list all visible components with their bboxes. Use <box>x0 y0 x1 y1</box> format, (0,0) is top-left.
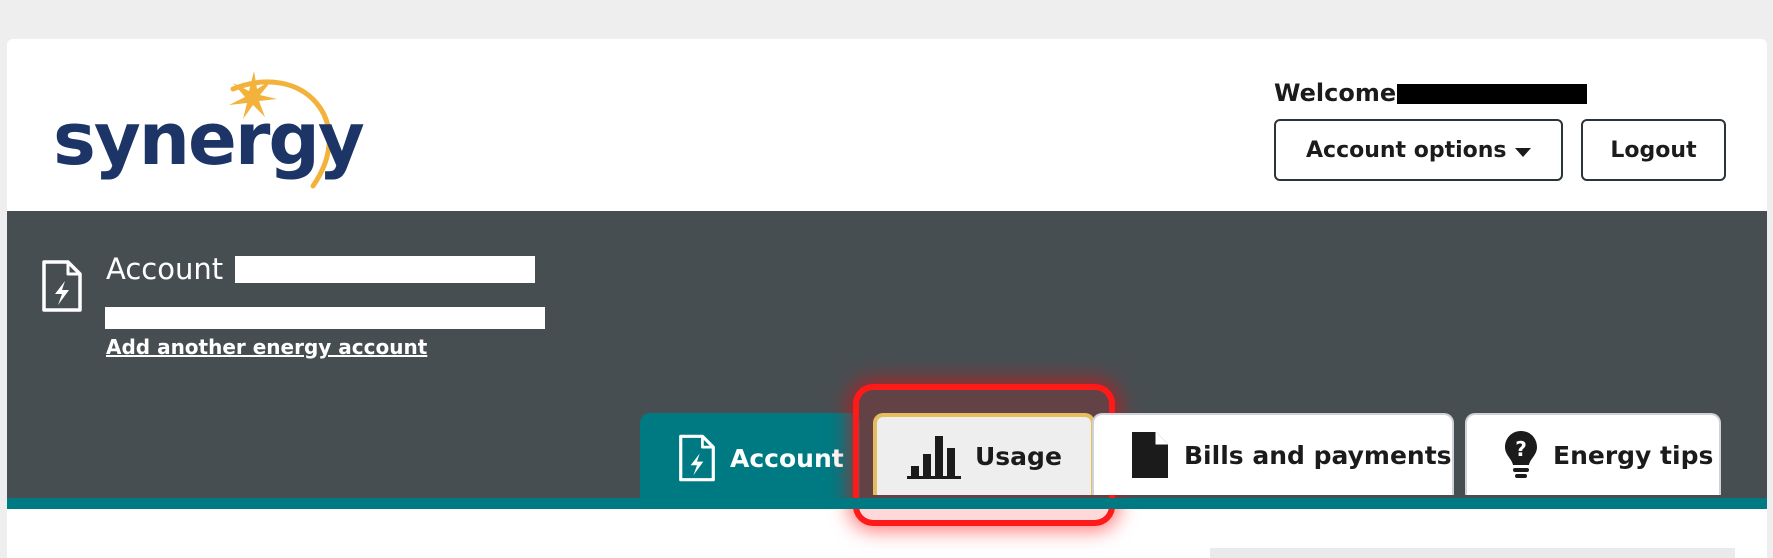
redacted-user-name <box>1397 84 1587 104</box>
tab-usage[interactable]: Usage <box>873 413 1095 495</box>
tab-bills-and-payments[interactable]: Bills and payments <box>1092 413 1454 495</box>
logout-label: Logout <box>1610 137 1697 163</box>
bar-chart-icon <box>907 432 961 480</box>
tab-account[interactable]: Account <box>640 413 860 503</box>
tab-energy-tips[interactable]: ? Energy tips <box>1465 413 1721 495</box>
document-icon <box>1130 430 1170 480</box>
side-panel-edge <box>1210 548 1735 558</box>
svg-text:?: ? <box>1515 437 1527 461</box>
logout-button[interactable]: Logout <box>1581 119 1726 181</box>
document-lightning-icon <box>678 433 716 483</box>
redacted-account-number <box>235 256 535 283</box>
lightbulb-icon: ? <box>1503 429 1539 481</box>
welcome-label: Welcome <box>1274 79 1397 107</box>
add-energy-account-link[interactable]: Add another energy account <box>106 335 427 359</box>
tab-bills-label: Bills and payments <box>1184 440 1452 470</box>
tab-energy-tips-label: Energy tips <box>1553 440 1714 470</box>
tab-account-label: Account <box>730 443 844 473</box>
redacted-address <box>105 307 545 329</box>
caret-down-icon <box>1515 148 1531 157</box>
page-card: synergy Welcome Account options Logout A… <box>7 39 1767 558</box>
synergy-logo[interactable]: synergy <box>45 61 365 211</box>
document-lightning-icon <box>42 260 82 312</box>
logo-wordmark: synergy <box>53 97 365 181</box>
account-options-label: Account options <box>1306 137 1507 163</box>
tab-usage-label: Usage <box>975 441 1062 471</box>
account-options-button[interactable]: Account options <box>1274 119 1563 181</box>
account-title: Account <box>106 252 224 286</box>
tab-underline-bar <box>7 498 1767 509</box>
